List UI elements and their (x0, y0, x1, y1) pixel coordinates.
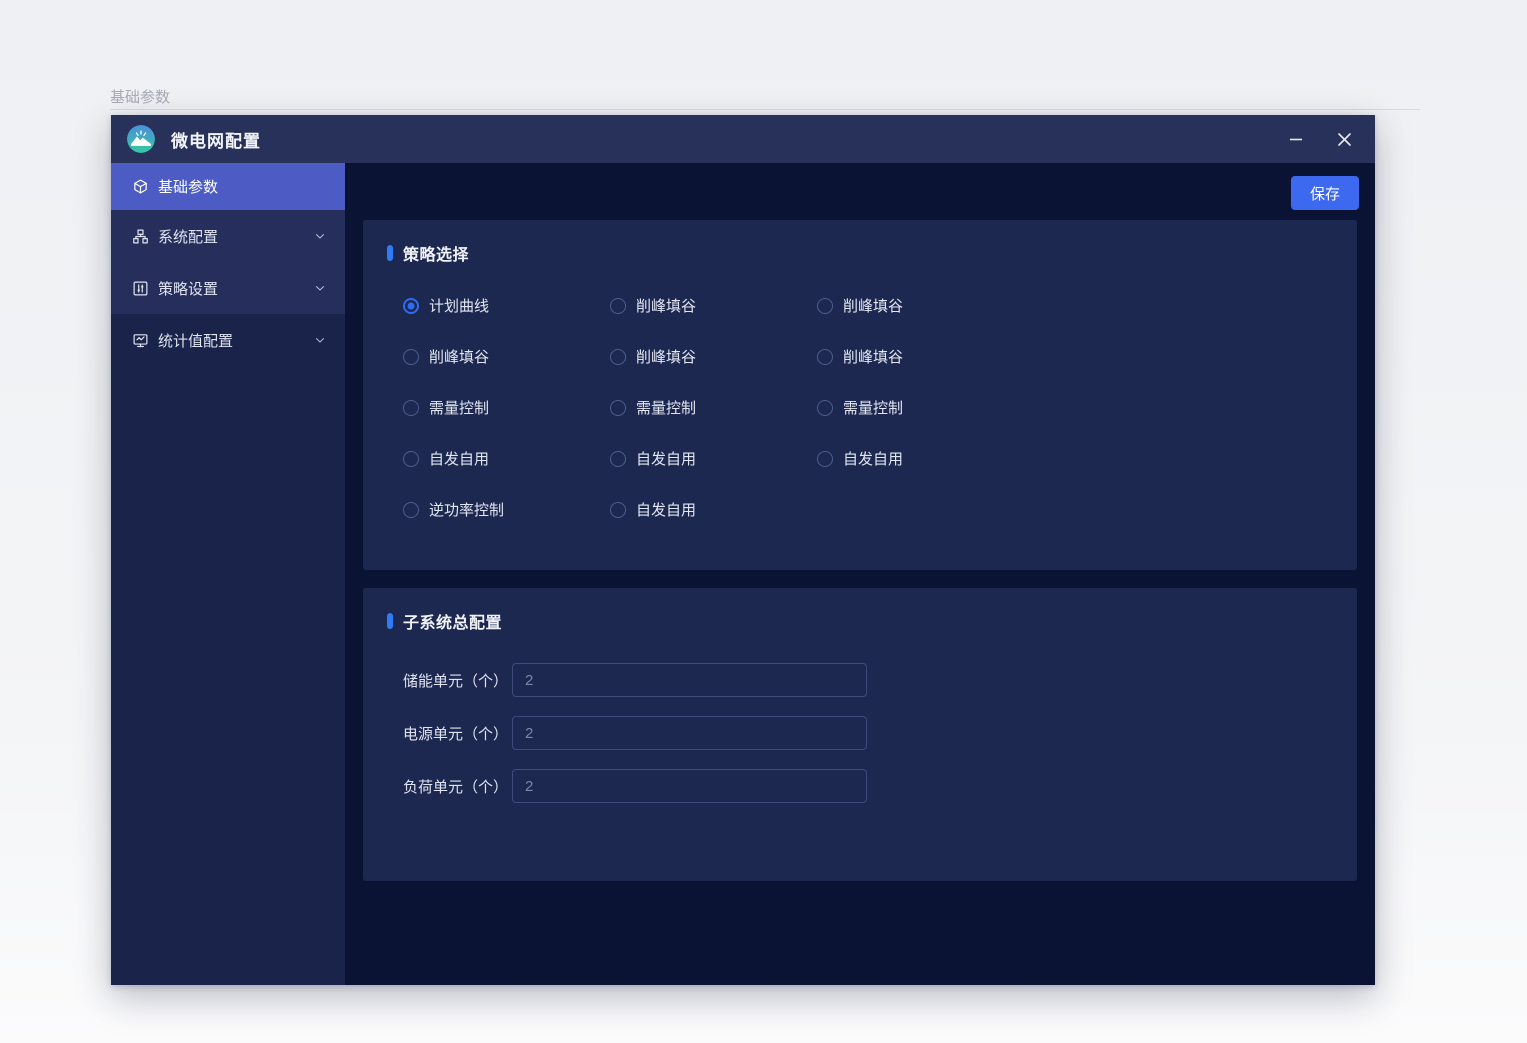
sidebar-item-basic-params[interactable]: 基础参数 (111, 163, 345, 210)
titlebar: 微电网配置 (111, 115, 1375, 163)
window-title: 微电网配置 (171, 127, 261, 152)
panel-title: 子系统总配置 (403, 609, 502, 633)
sidebar-item-label: 策略设置 (158, 278, 218, 299)
minimize-button[interactable] (1277, 120, 1315, 158)
storage-units-input[interactable] (512, 663, 867, 697)
strategy-options-grid: 计划曲线 削峰填谷 削峰填谷 削峰填谷 削峰填谷 (403, 280, 1317, 535)
option-label: 自发自用 (843, 448, 903, 469)
option-label: 逆功率控制 (429, 499, 504, 520)
chevron-down-icon (313, 281, 327, 295)
radio-icon[interactable] (610, 400, 626, 416)
cube-icon (132, 178, 149, 195)
radio-icon[interactable] (817, 349, 833, 365)
sidebar-group: 系统配置 策略设置 (111, 210, 345, 314)
chevron-down-icon (313, 229, 327, 243)
sidebar-item-statistics-config[interactable]: 统计值配置 (111, 314, 345, 366)
sidebar: 基础参数 系统配置 (111, 163, 345, 985)
option-label: 自发自用 (429, 448, 489, 469)
radio-icon[interactable] (403, 451, 419, 467)
load-units-input[interactable] (512, 769, 867, 803)
strategy-option[interactable]: 削峰填谷 (817, 280, 1317, 331)
form-row-power-units: 电源单元（个） (403, 716, 867, 750)
window-controls (1277, 115, 1363, 163)
panel-header: 策略选择 (387, 241, 469, 265)
strategy-option[interactable]: 削峰填谷 (403, 331, 610, 382)
save-button[interactable]: 保存 (1291, 176, 1359, 210)
strategy-option[interactable]: 自发自用 (817, 433, 1317, 484)
strategy-selection-panel: 策略选择 计划曲线 削峰填谷 削峰填谷 削峰填谷 (363, 220, 1357, 570)
radio-icon[interactable] (610, 502, 626, 518)
app-logo-icon (127, 125, 155, 153)
sidebar-item-label: 系统配置 (158, 226, 218, 247)
radio-icon[interactable] (610, 349, 626, 365)
strategy-option[interactable]: 削峰填谷 (817, 331, 1317, 382)
sidebar-item-strategy-settings[interactable]: 策略设置 (111, 262, 345, 314)
backdrop-divider (110, 109, 1420, 110)
strategy-option[interactable]: 需量控制 (817, 382, 1317, 433)
strategy-option[interactable]: 自发自用 (403, 433, 610, 484)
radio-icon[interactable] (403, 502, 419, 518)
radio-selected-icon[interactable] (403, 298, 419, 314)
panel-header: 子系统总配置 (387, 609, 502, 633)
sidebar-item-label: 基础参数 (158, 176, 218, 197)
chevron-down-icon (313, 333, 327, 347)
field-label: 储能单元（个） (403, 670, 512, 691)
radio-icon[interactable] (817, 400, 833, 416)
microgrid-config-window: 微电网配置 基础参数 (111, 115, 1375, 985)
panel-title: 策略选择 (403, 241, 469, 265)
strategy-option[interactable]: 需量控制 (610, 382, 817, 433)
radio-icon[interactable] (610, 298, 626, 314)
radio-icon[interactable] (610, 451, 626, 467)
option-label: 削峰填谷 (636, 346, 696, 367)
strategy-option[interactable]: 削峰填谷 (610, 280, 817, 331)
strategy-option[interactable]: 逆功率控制 (403, 484, 610, 535)
sidebar-item-label: 统计值配置 (158, 330, 233, 351)
option-label: 需量控制 (636, 397, 696, 418)
header-pill-icon (387, 613, 393, 629)
strategy-option[interactable]: 需量控制 (403, 382, 610, 433)
option-label: 计划曲线 (429, 295, 489, 316)
subsystem-config-panel: 子系统总配置 储能单元（个） 电源单元（个） 负荷单元（个） (363, 588, 1357, 881)
strategy-option[interactable]: 削峰填谷 (610, 331, 817, 382)
power-units-input[interactable] (512, 716, 867, 750)
strategy-option[interactable]: 自发自用 (610, 484, 817, 535)
field-label: 负荷单元（个） (403, 776, 512, 797)
strategy-option[interactable]: 计划曲线 (403, 280, 610, 331)
option-label: 需量控制 (843, 397, 903, 418)
option-label: 削峰填谷 (843, 346, 903, 367)
radio-icon[interactable] (817, 451, 833, 467)
sidebar-item-system-config[interactable]: 系统配置 (111, 210, 345, 262)
option-label: 自发自用 (636, 499, 696, 520)
option-label: 削峰填谷 (429, 346, 489, 367)
radio-icon[interactable] (403, 349, 419, 365)
option-label: 自发自用 (636, 448, 696, 469)
close-button[interactable] (1325, 120, 1363, 158)
form-row-storage-units: 储能单元（个） (403, 663, 867, 697)
org-chart-icon (132, 228, 149, 245)
field-label: 电源单元（个） (403, 723, 512, 744)
sliders-icon (132, 280, 149, 297)
monitor-icon (132, 332, 149, 349)
header-pill-icon (387, 245, 393, 261)
option-label: 削峰填谷 (843, 295, 903, 316)
radio-icon[interactable] (403, 400, 419, 416)
option-label: 削峰填谷 (636, 295, 696, 316)
strategy-option[interactable]: 自发自用 (610, 433, 817, 484)
radio-icon[interactable] (817, 298, 833, 314)
option-label: 需量控制 (429, 397, 489, 418)
main-content: 保存 策略选择 计划曲线 削峰填谷 削峰填谷 (345, 163, 1375, 985)
form-row-load-units: 负荷单元（个） (403, 769, 867, 803)
backdrop-section-label: 基础参数 (110, 86, 170, 107)
